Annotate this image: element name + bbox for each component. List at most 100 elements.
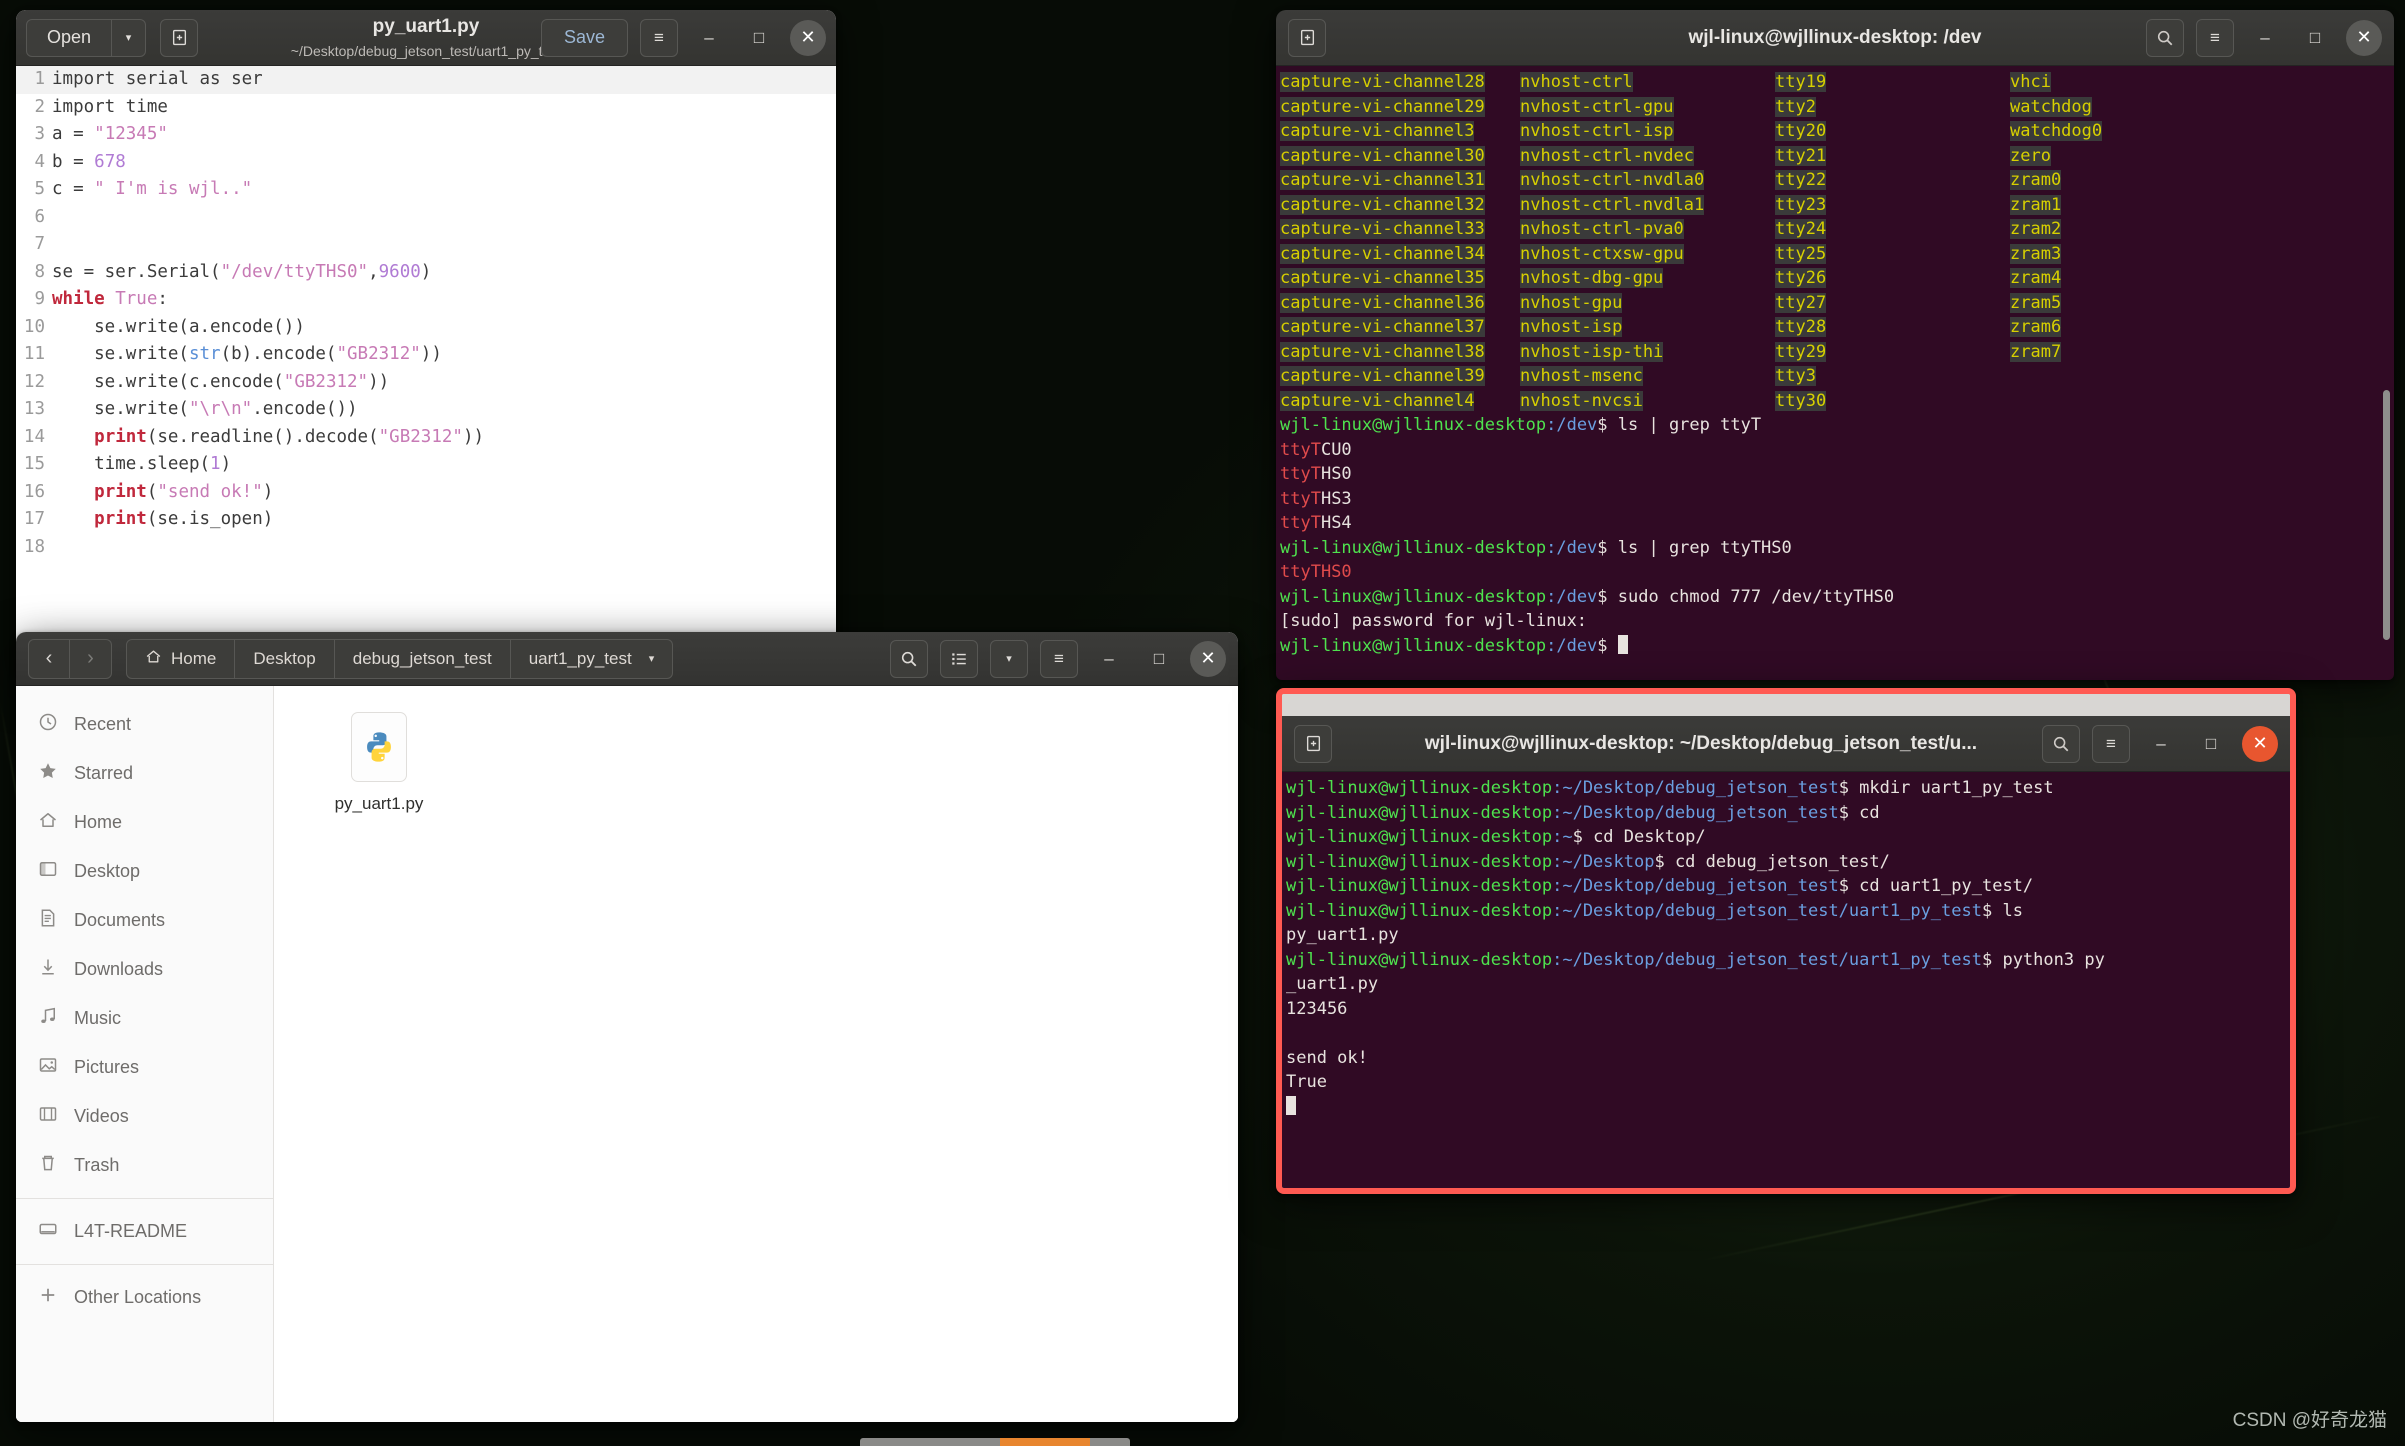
sidebar-item-desktop[interactable]: Desktop bbox=[16, 847, 273, 896]
path-dropdown-icon[interactable]: ▾ bbox=[649, 652, 655, 665]
terminal-line: py_uart1.py bbox=[1286, 923, 2290, 948]
device-name: zram4 bbox=[2010, 266, 2210, 291]
sidebar-item-recent[interactable]: Recent bbox=[16, 700, 273, 749]
sidebar-item-label: Other Locations bbox=[74, 1287, 201, 1308]
terminal-line: wjl-linux@wjllinux-desktop:~/Desktop/deb… bbox=[1286, 899, 2290, 924]
sidebar-item-home[interactable]: Home bbox=[16, 798, 273, 847]
code-line: 2import time bbox=[16, 94, 836, 122]
hamburger-menu-icon[interactable]: ≡ bbox=[2092, 725, 2130, 763]
open-button[interactable]: Open bbox=[26, 19, 112, 57]
close-button[interactable]: ✕ bbox=[2242, 726, 2278, 762]
sidebar-item-l4t-readme[interactable]: L4T-README bbox=[16, 1207, 273, 1256]
device-list-row: capture-vi-channel4nvhost-nvcsitty30 bbox=[1280, 389, 2394, 414]
sidebar-item-videos[interactable]: Videos bbox=[16, 1092, 273, 1141]
file-manager-window[interactable]: ‹ › HomeDesktopdebug_jetson_testuart1_py… bbox=[16, 632, 1238, 1422]
maximize-button[interactable]: □ bbox=[2296, 19, 2334, 57]
terminal-line bbox=[1286, 1095, 2290, 1120]
open-dropdown-arrow-icon[interactable]: ▾ bbox=[112, 19, 146, 57]
terminal-run-output[interactable]: wjl-linux@wjllinux-desktop:~/Desktop/deb… bbox=[1282, 772, 2290, 1188]
minimize-button[interactable]: – bbox=[690, 19, 728, 57]
breadcrumb-item-desktop[interactable]: Desktop bbox=[235, 639, 334, 679]
terminal-line: send ok! bbox=[1286, 1046, 2290, 1071]
sidebar-item-other-locations[interactable]: Other Locations bbox=[16, 1273, 273, 1322]
terminal-window-run[interactable]: wjl-linux@wjllinux-desktop: ~/Desktop/de… bbox=[1276, 688, 2296, 1194]
hamburger-menu-icon[interactable]: ≡ bbox=[640, 19, 678, 57]
search-icon[interactable] bbox=[2042, 725, 2080, 763]
maximize-button[interactable]: □ bbox=[1140, 640, 1178, 678]
code-line: 1import serial as ser bbox=[16, 66, 836, 94]
minimize-button[interactable]: – bbox=[1090, 640, 1128, 678]
sidebar-item-pictures[interactable]: Pictures bbox=[16, 1043, 273, 1092]
line-number: 11 bbox=[16, 341, 52, 369]
terminal-line: ttyTHS4 bbox=[1280, 511, 2394, 536]
code-line: 15 time.sleep(1) bbox=[16, 451, 836, 479]
hamburger-menu-icon[interactable]: ≡ bbox=[1040, 640, 1078, 678]
gedit-code-editor[interactable]: 1import serial as ser2import time3a = "1… bbox=[16, 66, 836, 680]
breadcrumb-label: Home bbox=[171, 649, 216, 669]
device-list-row: capture-vi-channel34nvhost-ctxsw-gputty2… bbox=[1280, 242, 2394, 267]
terminal-dev-output[interactable]: capture-vi-channel28nvhost-ctrltty19vhci… bbox=[1276, 66, 2394, 680]
new-tab-icon[interactable] bbox=[1288, 19, 1326, 57]
device-list-row: capture-vi-channel33nvhost-ctrl-pva0tty2… bbox=[1280, 217, 2394, 242]
device-list-row: capture-vi-channel36nvhost-gputty27zram5 bbox=[1280, 291, 2394, 316]
device-name: nvhost-msenc bbox=[1520, 364, 1775, 389]
device-name: capture-vi-channel36 bbox=[1280, 291, 1520, 316]
sidebar-divider bbox=[16, 1198, 273, 1199]
file-item[interactable]: py_uart1.py bbox=[314, 712, 444, 814]
sidebar-item-downloads[interactable]: Downloads bbox=[16, 945, 273, 994]
code-line: 12 se.write(c.encode("GB2312")) bbox=[16, 369, 836, 397]
device-name: watchdog0 bbox=[2010, 119, 2210, 144]
back-button[interactable]: ‹ bbox=[28, 639, 70, 679]
device-list-row: capture-vi-channel35nvhost-dbg-gputty26z… bbox=[1280, 266, 2394, 291]
terminal-dev-scrollbar[interactable] bbox=[2380, 70, 2392, 676]
device-list-row: capture-vi-channel39nvhost-msenctty3 bbox=[1280, 364, 2394, 389]
search-icon[interactable] bbox=[890, 640, 928, 678]
device-name: capture-vi-channel34 bbox=[1280, 242, 1520, 267]
line-number: 17 bbox=[16, 506, 52, 534]
forward-button[interactable]: › bbox=[70, 639, 112, 679]
terminal-line: _uart1.py bbox=[1286, 972, 2290, 997]
device-name: capture-vi-channel32 bbox=[1280, 193, 1520, 218]
sidebar-item-music[interactable]: Music bbox=[16, 994, 273, 1043]
sidebar-item-documents[interactable]: Documents bbox=[16, 896, 273, 945]
file-manager-content[interactable]: py_uart1.py bbox=[274, 686, 1238, 1422]
search-icon[interactable] bbox=[2146, 19, 2184, 57]
hamburger-menu-icon[interactable]: ≡ bbox=[2196, 19, 2234, 57]
breadcrumb[interactable]: Home Desktopdebug_jetson_testuart1_py_tes… bbox=[126, 639, 673, 679]
list-view-icon[interactable] bbox=[940, 640, 978, 678]
home-icon bbox=[145, 648, 162, 670]
code-text: import time bbox=[52, 94, 168, 122]
device-name: tty29 bbox=[1775, 340, 2010, 365]
new-tab-icon[interactable] bbox=[1294, 725, 1332, 763]
close-button[interactable]: ✕ bbox=[1190, 641, 1226, 677]
new-document-icon[interactable] bbox=[160, 19, 198, 57]
terminal-line: wjl-linux@wjllinux-desktop:~/Desktop/deb… bbox=[1286, 948, 2290, 973]
terminal-line: wjl-linux@wjllinux-desktop:~/Desktop/deb… bbox=[1286, 801, 2290, 826]
terminal-line: wjl-linux@wjllinux-desktop:~/Desktop$ cd… bbox=[1286, 850, 2290, 875]
maximize-button[interactable]: □ bbox=[2192, 725, 2230, 763]
sidebar-item-trash[interactable]: Trash bbox=[16, 1141, 273, 1190]
device-name: tty2 bbox=[1775, 95, 2010, 120]
close-button[interactable]: ✕ bbox=[790, 20, 826, 56]
minimize-button[interactable]: – bbox=[2142, 725, 2180, 763]
device-name: nvhost-ctrl bbox=[1520, 70, 1775, 95]
close-button[interactable]: ✕ bbox=[2346, 20, 2382, 56]
breadcrumb-item-uart1_py_test[interactable]: uart1_py_test▾ bbox=[511, 639, 674, 679]
gedit-window[interactable]: Open ▾ py_uart1.py ~/Desktop/debug_jetso… bbox=[16, 10, 836, 680]
device-name: capture-vi-channel39 bbox=[1280, 364, 1520, 389]
terminal-window-dev[interactable]: wjl-linux@wjllinux-desktop: /dev ≡ – □ ✕… bbox=[1276, 10, 2394, 680]
sidebar-item-starred[interactable]: Starred bbox=[16, 749, 273, 798]
terminal-cursor bbox=[1286, 1096, 1296, 1115]
code-text: se.write(a.encode()) bbox=[52, 314, 305, 342]
breadcrumb-item-home[interactable]: Home bbox=[126, 639, 235, 679]
terminal-line: wjl-linux@wjllinux-desktop:~/Desktop/deb… bbox=[1286, 874, 2290, 899]
device-list-row: capture-vi-channel38nvhost-isp-thitty29z… bbox=[1280, 340, 2394, 365]
device-name: tty19 bbox=[1775, 70, 2010, 95]
minimize-button[interactable]: – bbox=[2246, 19, 2284, 57]
taskbar-active-indicator[interactable] bbox=[1000, 1438, 1090, 1446]
view-options-dropdown-icon[interactable]: ▾ bbox=[990, 640, 1028, 678]
device-name: nvhost-ctrl-nvdla1 bbox=[1520, 193, 1775, 218]
breadcrumb-item-debug_jetson_test[interactable]: debug_jetson_test bbox=[335, 639, 511, 679]
maximize-button[interactable]: □ bbox=[740, 19, 778, 57]
save-button[interactable]: Save bbox=[541, 19, 628, 57]
